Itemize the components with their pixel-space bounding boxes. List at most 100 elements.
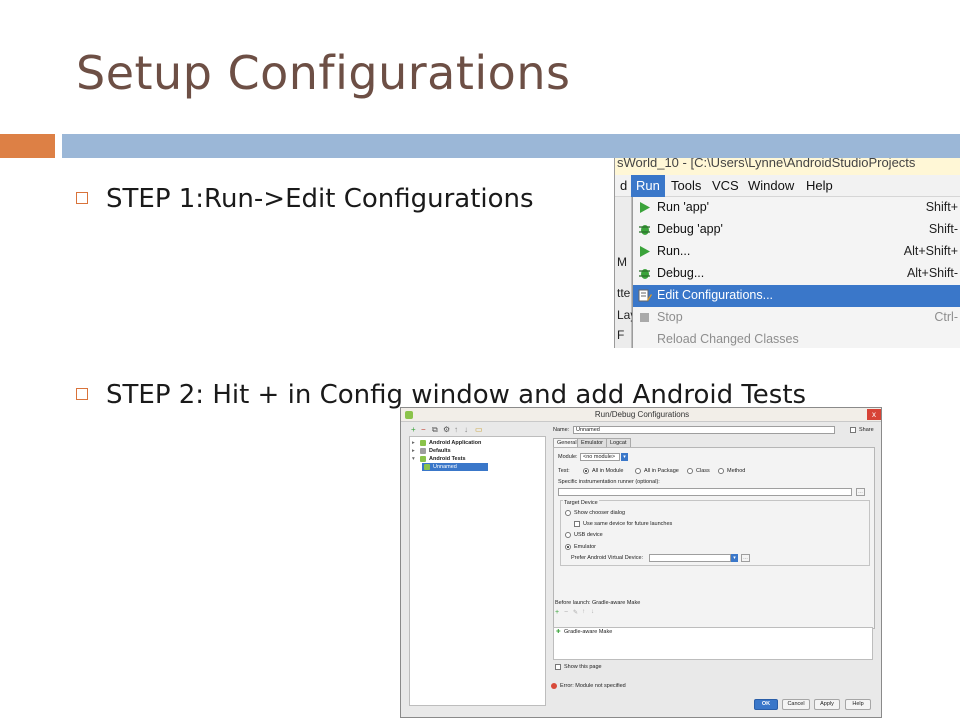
radio-label: Method: [727, 468, 746, 474]
ide-title-bar: sWorld_10 - [C:\Users\Lynne\AndroidStudi…: [615, 158, 960, 175]
tree-node-label: Android Application: [429, 440, 482, 446]
share-label: Share: [859, 427, 874, 433]
avd-select[interactable]: [649, 554, 731, 562]
share-checkbox[interactable]: [850, 427, 856, 433]
menu-run-dots[interactable]: Run... Alt+Shift+: [633, 241, 960, 263]
menu-debug-app[interactable]: Debug 'app' Shift-: [633, 219, 960, 241]
run-dropdown-menu: Run 'app' Shift+ Debug 'app' Shift- Run.…: [632, 197, 960, 348]
cancel-button[interactable]: Cancel: [782, 699, 810, 710]
radio-all-in-package[interactable]: [635, 468, 641, 474]
menu-vcs[interactable]: VCS: [707, 175, 744, 197]
menu-item-partial[interactable]: d: [615, 175, 632, 197]
menu-shortcut: Shift+: [925, 200, 958, 214]
radio-usb-device[interactable]: [565, 532, 571, 538]
menu-edit-configurations[interactable]: Edit Configurations...: [633, 285, 960, 307]
checkbox-label: Show this page: [564, 664, 602, 670]
move-down-icon[interactable]: ↓: [591, 609, 594, 615]
list-item[interactable]: Gradle-aware Make: [564, 629, 612, 635]
tree-node-label: Android Tests: [429, 456, 466, 462]
use-same-device-checkbox[interactable]: [574, 521, 580, 527]
stop-icon: [640, 313, 649, 322]
config-detail-panel: Name: Unnamed Share General Emulator Log…: [551, 425, 877, 695]
browse-avd-button[interactable]: …: [741, 554, 750, 562]
menu-run[interactable]: Run: [631, 175, 665, 197]
bullet-square-icon: [76, 192, 88, 204]
before-launch-list: ✚ Gradle-aware Make: [553, 627, 873, 660]
move-up-icon[interactable]: ↑: [454, 425, 458, 435]
target-device-label: Target Device: [563, 500, 599, 506]
module-select[interactable]: <no module>: [580, 453, 620, 461]
menu-window[interactable]: Window: [743, 175, 799, 197]
chevron-down-icon[interactable]: ▾: [621, 453, 628, 461]
radio-label: Class: [696, 468, 710, 474]
tree-node-unnamed[interactable]: Unnamed: [422, 463, 488, 471]
radio-emulator[interactable]: [565, 544, 571, 550]
chevron-down-icon[interactable]: ▾: [731, 554, 738, 562]
radio-method[interactable]: [718, 468, 724, 474]
menu-stop[interactable]: Stop Ctrl-: [633, 307, 960, 329]
menu-shortcut: Alt+Shift-: [906, 266, 958, 280]
radio-class[interactable]: [687, 468, 693, 474]
menu-label: Reload Changed Classes: [657, 332, 799, 346]
edit-task-icon[interactable]: ✎: [573, 609, 578, 616]
radio-all-in-module[interactable]: [583, 468, 589, 474]
title-accent-bar: [0, 134, 55, 158]
bullet-text: STEP 1:Run->Edit Configurations: [106, 184, 534, 214]
add-task-icon[interactable]: +: [555, 609, 559, 616]
expand-arrow-icon: ▸: [412, 448, 415, 454]
run-debug-config-screenshot: Run/Debug Configurations x + − ⧉ ⚙ ↑ ↓ ▭…: [400, 407, 882, 718]
menu-debug-dots[interactable]: Debug... Alt+Shift-: [633, 263, 960, 285]
left-strip-text: tte: [617, 286, 631, 300]
runner-field[interactable]: [558, 488, 852, 496]
android-icon: [420, 456, 426, 462]
remove-config-icon[interactable]: −: [421, 425, 426, 435]
tree-node-defaults[interactable]: ▸ Defaults: [412, 447, 543, 455]
menu-shortcut: Alt+Shift+: [903, 244, 958, 258]
show-page-checkbox[interactable]: [555, 664, 561, 670]
expand-arrow-icon: ▸: [412, 440, 415, 446]
menu-run-app[interactable]: Run 'app' Shift+: [633, 197, 960, 219]
run-menu-screenshot: sWorld_10 - [C:\Users\Lynne\AndroidStudi…: [614, 158, 960, 348]
dialog-title-bar: Run/Debug Configurations x: [401, 408, 881, 422]
defaults-icon: [420, 448, 426, 454]
left-strip-text: F: [617, 328, 625, 342]
move-down-icon[interactable]: ↓: [464, 425, 468, 435]
menu-reload-classes[interactable]: Reload Changed Classes: [633, 329, 960, 348]
apply-button[interactable]: Apply: [814, 699, 840, 710]
menu-help[interactable]: Help: [801, 175, 838, 197]
error-icon: [551, 683, 557, 689]
title-divider-bar: [62, 134, 960, 158]
move-up-icon[interactable]: ↑: [582, 609, 585, 615]
help-button[interactable]: Help: [845, 699, 871, 710]
run-icon: [640, 246, 650, 257]
dialog-title: Run/Debug Configurations: [594, 410, 690, 419]
remove-task-icon[interactable]: −: [564, 609, 568, 616]
menu-label: Run 'app': [657, 200, 710, 214]
module-label: Module:: [558, 454, 578, 460]
menu-label: Run...: [657, 244, 691, 258]
tree-node-android-application[interactable]: ▸ Android Application: [412, 439, 543, 447]
folder-icon[interactable]: ▭: [475, 425, 483, 435]
ok-button[interactable]: OK: [754, 699, 778, 710]
menu-label: Debug 'app': [657, 222, 723, 236]
tab-emulator[interactable]: Emulator: [577, 438, 608, 447]
browse-button[interactable]: …: [856, 488, 865, 496]
menu-label: Debug...: [657, 266, 705, 280]
add-config-icon[interactable]: +: [411, 425, 416, 435]
tree-node-label: Unnamed: [433, 464, 457, 470]
run-icon: [640, 202, 650, 213]
copy-config-icon[interactable]: ⧉: [432, 425, 438, 435]
tab-logcat[interactable]: Logcat: [606, 438, 631, 447]
menu-tools[interactable]: Tools: [666, 175, 706, 197]
radio-show-chooser[interactable]: [565, 510, 571, 516]
name-field[interactable]: Unnamed: [573, 426, 835, 434]
close-button[interactable]: x: [867, 409, 881, 420]
settings-icon[interactable]: ⚙: [443, 425, 450, 435]
radio-label: All in Package: [644, 468, 679, 474]
runner-label: Specific instrumentation runner (optiona…: [558, 479, 660, 485]
before-launch-label: Before launch: Gradle-aware Make: [555, 600, 641, 606]
tree-node-android-tests[interactable]: ▾ Android Tests: [412, 455, 543, 463]
checkbox-label: Use same device for future launches: [583, 521, 673, 527]
config-tree: ▸ Android Application ▸ Defaults ▾ Andro…: [409, 436, 546, 706]
bullet-step-1: STEP 1:Run->Edit Configurations: [76, 182, 616, 216]
